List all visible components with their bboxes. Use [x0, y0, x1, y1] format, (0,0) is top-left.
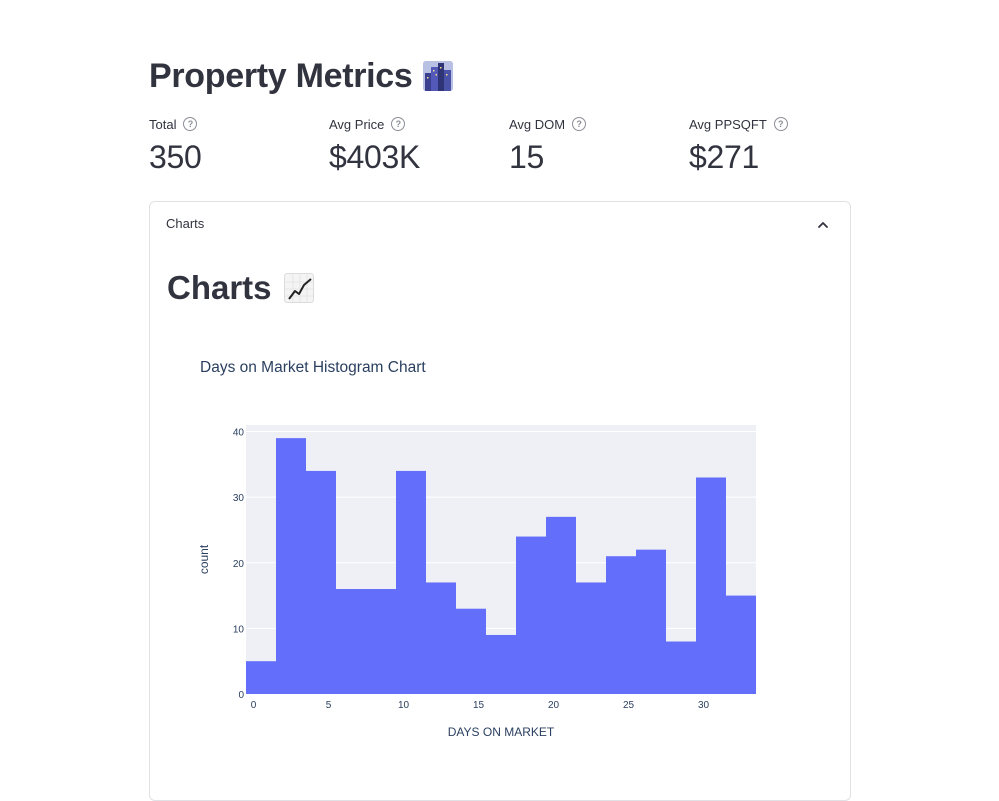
- metric-label: Total: [149, 116, 177, 132]
- metric-avg-ppsqft: Avg PPSQFT ? $271: [689, 114, 788, 176]
- question-circle-icon[interactable]: ?: [391, 117, 406, 131]
- metric-value: 15: [509, 139, 544, 175]
- metric-label: Avg PPSQFT: [689, 116, 767, 132]
- metric-value: $403K: [329, 139, 421, 175]
- metric-value: $271: [689, 139, 759, 175]
- x-tick-label: 0: [251, 700, 257, 711]
- histogram-bar[interactable]: [726, 595, 756, 694]
- histogram-bar[interactable]: [606, 556, 636, 694]
- histogram-bar[interactable]: [576, 582, 606, 694]
- page-title-text: Property Metrics: [149, 56, 413, 95]
- charts-expander: Charts Charts Days on Market Histogram C…: [149, 201, 851, 801]
- question-circle-icon[interactable]: ?: [773, 117, 788, 131]
- histogram-bar[interactable]: [426, 582, 456, 694]
- metric-label: Avg Price: [329, 116, 385, 132]
- histogram-bar[interactable]: [456, 608, 486, 694]
- y-tick-label: 0: [238, 690, 244, 701]
- y-tick-label: 10: [233, 624, 245, 635]
- x-tick-label: 15: [473, 700, 485, 711]
- histogram-bar[interactable]: [486, 634, 516, 694]
- page-title: Property Metrics: [149, 52, 453, 100]
- y-tick-label: 20: [233, 559, 245, 570]
- histogram-bar[interactable]: [636, 549, 666, 694]
- metric-total: Total ? 350: [149, 114, 202, 176]
- x-tick-labels: 0 5 10 15 20 25 30: [251, 700, 710, 711]
- histogram-bar[interactable]: [366, 589, 396, 694]
- x-axis-label: DAYS ON MARKET: [448, 725, 555, 739]
- y-axis-label: count: [197, 544, 211, 574]
- y-tick-labels: 0 10 20 30 40: [233, 428, 245, 701]
- question-circle-icon[interactable]: ?: [572, 117, 587, 131]
- metric-avg-price: Avg Price ? $403K: [329, 114, 420, 176]
- histogram-bar[interactable]: [396, 470, 426, 694]
- histogram-bar[interactable]: [666, 641, 696, 694]
- x-tick-label: 5: [326, 700, 332, 711]
- metric-avg-dom: Avg DOM ? 15: [509, 114, 587, 176]
- histogram-bar[interactable]: [516, 536, 546, 694]
- histogram-chart: 0 10 20 30 40 0 5 10 15 20 25 30 DAYS ON MARKET co…: [197, 425, 756, 739]
- histogram-bar[interactable]: [306, 470, 336, 694]
- question-circle-icon[interactable]: ?: [183, 117, 198, 131]
- y-tick-label: 40: [233, 428, 245, 439]
- cityscape-icon: [422, 61, 453, 91]
- metric-label: Avg DOM: [509, 116, 566, 132]
- histogram-bar[interactable]: [546, 516, 576, 694]
- y-tick-label: 30: [233, 493, 245, 504]
- x-tick-label: 30: [698, 700, 710, 711]
- histogram-bar[interactable]: [276, 438, 306, 694]
- x-tick-label: 10: [398, 700, 410, 711]
- histogram-bar[interactable]: [336, 589, 366, 694]
- metric-value: 350: [149, 139, 202, 175]
- x-tick-label: 25: [623, 700, 635, 711]
- histogram-bar[interactable]: [696, 477, 726, 694]
- histogram-bar[interactable]: [246, 661, 276, 694]
- x-tick-label: 20: [548, 700, 560, 711]
